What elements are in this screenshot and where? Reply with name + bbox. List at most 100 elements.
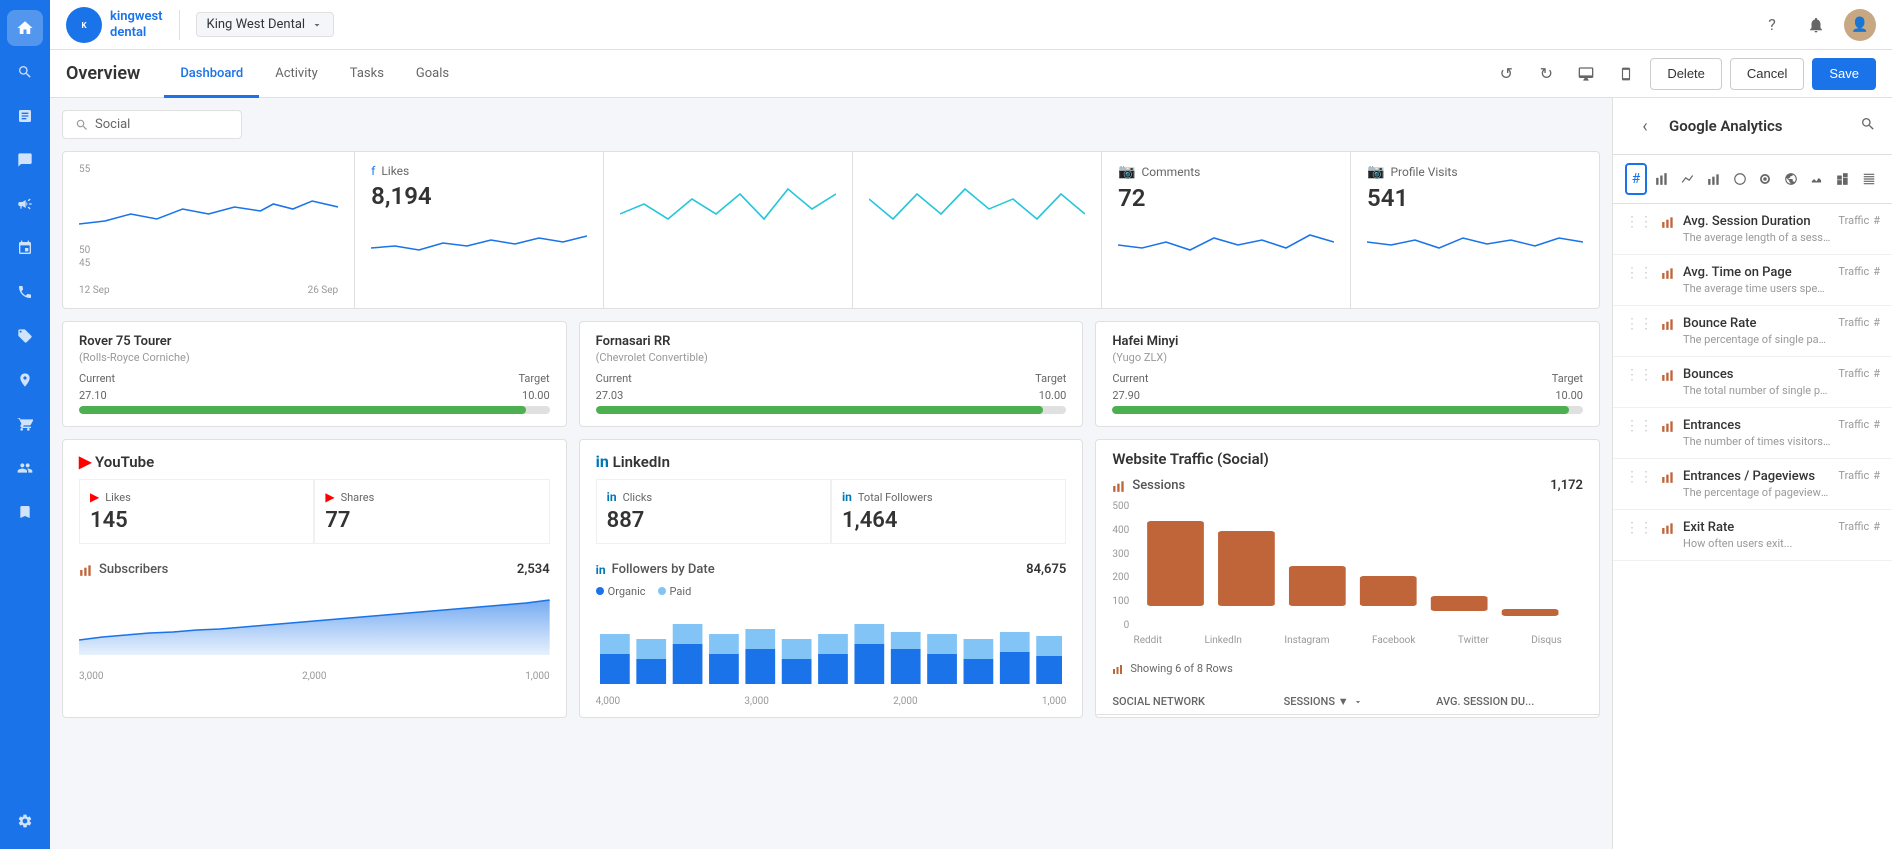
sidebar-item-chart[interactable]: [7, 98, 43, 134]
fb-likes-header: f Likes: [371, 164, 587, 178]
drag-handle-3[interactable]: ⋮⋮: [1625, 367, 1653, 383]
logo-divider: [179, 10, 180, 40]
profile-visits-value: 541: [1367, 184, 1583, 212]
drag-handle-0[interactable]: ⋮⋮: [1625, 214, 1653, 230]
sidebar-item-phone[interactable]: [7, 274, 43, 310]
mobile-icon[interactable]: [1610, 58, 1642, 90]
analytics-item-0[interactable]: ⋮⋮ Avg. Session Duration The average len…: [1613, 204, 1892, 255]
org-selector[interactable]: King West Dental: [196, 12, 335, 37]
analytics-item-5[interactable]: ⋮⋮ Entrances / Pageviews The percentage …: [1613, 459, 1892, 510]
analytics-bar-icon-4: [1661, 419, 1675, 437]
analytics-item-6[interactable]: ⋮⋮ Exit Rate How often users exit... Tra…: [1613, 510, 1892, 561]
top-metrics-row: 55 50 45 12 Sep 26 Sep: [62, 151, 1600, 309]
drag-handle-4[interactable]: ⋮⋮: [1625, 418, 1653, 434]
panel-circle-btn[interactable]: [1729, 163, 1751, 195]
panel-line-btn[interactable]: [1677, 163, 1699, 195]
analytics-item-4[interactable]: ⋮⋮ Entrances The number of times visitor…: [1613, 408, 1892, 459]
progress-row-2: Current Target: [1112, 372, 1583, 385]
panel-chart-btn[interactable]: [1703, 163, 1725, 195]
delete-button[interactable]: Delete: [1650, 58, 1722, 90]
subscribers-header: Subscribers 2,534: [79, 562, 550, 577]
youtube-section: ▶ YouTube ▶ Likes 145: [63, 440, 566, 552]
website-traffic-card: Website Traffic (Social) Sessions 1,172: [1095, 439, 1600, 718]
cancel-button[interactable]: Cancel: [1730, 58, 1804, 90]
chart-legend: Organic Paid: [596, 585, 1067, 598]
sidebar-item-tag[interactable]: [7, 318, 43, 354]
panel-stacked-btn[interactable]: [1832, 163, 1854, 195]
sidebar-item-users[interactable]: [7, 450, 43, 486]
panel-bar-btn[interactable]: [1651, 163, 1673, 195]
analytics-item-content-3: Bounces The total number of single pa...: [1683, 367, 1830, 397]
drag-handle-6[interactable]: ⋮⋮: [1625, 520, 1653, 536]
analytics-item-2[interactable]: ⋮⋮ Bounce Rate The percentage of single …: [1613, 306, 1892, 357]
followers-count: 84,675: [1026, 562, 1066, 577]
analytics-item-tags-1: Traffic #: [1838, 265, 1880, 278]
li-clicks-icon: in: [607, 490, 617, 504]
li-followers-value: 1,464: [842, 508, 1055, 533]
drag-handle-2[interactable]: ⋮⋮: [1625, 316, 1653, 332]
search-input[interactable]: Social: [62, 110, 242, 139]
analytics-item-tags-6: Traffic #: [1838, 520, 1880, 533]
line-chart-card: 55 50 45 12 Sep 26 Sep: [63, 152, 355, 308]
sidebar-item-search[interactable]: [7, 54, 43, 90]
analytics-list: ⋮⋮ Avg. Session Duration The average len…: [1613, 204, 1892, 849]
sidebar-item-shopping[interactable]: [7, 406, 43, 442]
progress-card-1: Fornasari RR (Chevrolet Convertible) Cur…: [579, 321, 1084, 427]
redo-icon[interactable]: ↻: [1530, 58, 1562, 90]
logo-text: kingwest dental: [110, 9, 163, 40]
analytics-item-tags-4: Traffic #: [1838, 418, 1880, 431]
analytics-bar-icon-2: [1661, 317, 1675, 335]
sidebar-item-message[interactable]: [7, 142, 43, 178]
ig-comments-card: 📷 Comments 72: [1102, 152, 1351, 308]
sidebar-item-bookmark[interactable]: [7, 494, 43, 530]
sessions-header: Sessions 1,172: [1112, 478, 1583, 493]
help-icon[interactable]: ?: [1756, 9, 1788, 41]
tab-dashboard[interactable]: Dashboard: [164, 52, 259, 98]
panel-table-btn[interactable]: [1858, 163, 1880, 195]
tab-tasks[interactable]: Tasks: [334, 52, 400, 98]
panel-search-icon[interactable]: [1860, 116, 1876, 136]
followers-title: in Followers by Date: [596, 562, 715, 577]
analytics-item-tags-2: Traffic #: [1838, 316, 1880, 329]
progress-values-2: 27.90 10.00: [1112, 389, 1583, 402]
drag-handle-5[interactable]: ⋮⋮: [1625, 469, 1653, 485]
navbar-actions: ↺ ↻ Delete Cancel Save: [1490, 58, 1876, 90]
panel-hash-btn[interactable]: #: [1625, 163, 1647, 195]
undo-icon[interactable]: ↺: [1490, 58, 1522, 90]
subscribers-title: Subscribers: [79, 562, 168, 577]
subscribers-chart-section: Subscribers 2,534 3,000 2,000 1,: [63, 552, 566, 692]
chart-card-2: [604, 152, 853, 308]
user-avatar[interactable]: 👤: [1844, 9, 1876, 41]
sidebar-item-location[interactable]: [7, 362, 43, 398]
tab-goals[interactable]: Goals: [400, 52, 465, 98]
panel-back-icon[interactable]: ‹: [1629, 110, 1661, 142]
li-followers-icon: in: [842, 490, 852, 504]
sessions-title: Sessions: [1112, 478, 1185, 493]
progress-card-2: Hafei Minyi (Yugo ZLX) Current Target 27…: [1095, 321, 1600, 427]
col-sessions[interactable]: SESSIONS ▼: [1268, 689, 1421, 715]
sidebar-item-home[interactable]: [7, 10, 43, 46]
drag-handle-1[interactable]: ⋮⋮: [1625, 265, 1653, 281]
topbar-right: ? 👤: [1756, 9, 1876, 41]
analytics-item-content-4: Entrances The number of times visitors .…: [1683, 418, 1830, 448]
navbar: Overview Dashboard Activity Tasks Goals …: [50, 50, 1892, 98]
analytics-item-3[interactable]: ⋮⋮ Bounces The total number of single pa…: [1613, 357, 1892, 408]
panel-donut-btn[interactable]: [1755, 163, 1777, 195]
sidebar-item-pin[interactable]: [7, 230, 43, 266]
tab-activity[interactable]: Activity: [259, 52, 334, 98]
analytics-bar-icon-5: [1661, 470, 1675, 488]
notifications-icon[interactable]: [1800, 9, 1832, 41]
analytics-item-1[interactable]: ⋮⋮ Avg. Time on Page The average time us…: [1613, 255, 1892, 306]
youtube-metrics: ▶ Likes 145 ▶ Shares 77: [79, 479, 550, 544]
progress-values-1: 27.03 10.00: [596, 389, 1067, 402]
sidebar-item-megaphone[interactable]: [7, 186, 43, 222]
sidebar-item-settings[interactable]: [7, 803, 43, 839]
yt-likes-icon: ▶: [90, 490, 99, 504]
panel-globe-btn[interactable]: [1780, 163, 1802, 195]
linkedin-section: in LinkedIn in Clicks 887: [580, 440, 1083, 552]
linkedin-icon: in: [596, 452, 609, 471]
analytics-item-tags-5: Traffic #: [1838, 469, 1880, 482]
desktop-icon[interactable]: [1570, 58, 1602, 90]
save-button[interactable]: Save: [1812, 58, 1876, 90]
panel-area-btn[interactable]: [1806, 163, 1828, 195]
